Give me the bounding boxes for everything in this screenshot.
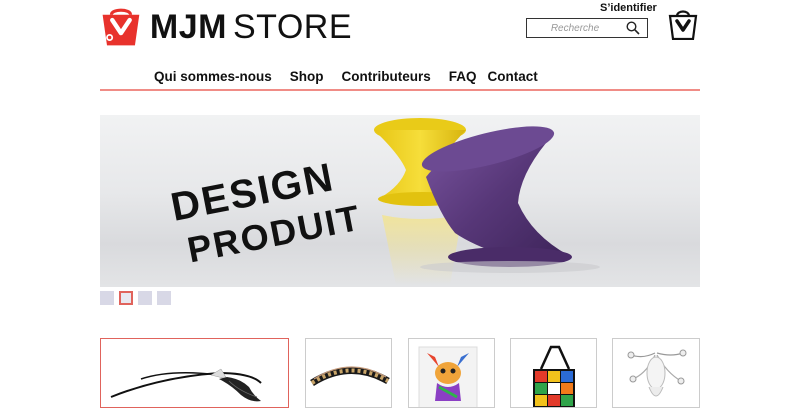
brand-name-light: STORE	[232, 7, 352, 46]
headband-feather-image	[110, 368, 262, 402]
beaded-headband-image	[310, 366, 390, 386]
nav-divider	[100, 89, 700, 91]
search-input[interactable]	[527, 20, 623, 36]
carousel-dot[interactable]	[157, 291, 171, 305]
carousel-indicators	[100, 291, 176, 305]
nav-item-contact[interactable]: Contact	[488, 69, 538, 84]
hero-image: DESIGN PRODUIT	[167, 118, 600, 285]
signin-link[interactable]: S’identifier	[600, 2, 657, 14]
product-card[interactable]	[100, 338, 289, 408]
brand-name: MJM STORE	[150, 8, 352, 47]
cart-bag-icon[interactable]	[668, 8, 698, 40]
search-button[interactable]	[623, 19, 643, 37]
product-card[interactable]	[510, 338, 597, 408]
nav-item-contributors[interactable]: Contributeurs	[342, 69, 431, 84]
chihuahua-canvas-image	[418, 346, 478, 407]
shopping-bag-logo-icon	[102, 8, 140, 46]
nav-item-about[interactable]: Qui sommes-nous	[154, 69, 272, 84]
search-icon	[626, 21, 640, 35]
brand-name-bold: MJM	[149, 7, 227, 46]
hero-banner[interactable]: DESIGN PRODUIT	[100, 115, 700, 287]
nav-item-shop[interactable]: Shop	[290, 69, 324, 84]
product-card[interactable]	[612, 338, 700, 408]
product-card[interactable]	[305, 338, 392, 408]
main-nav: Qui sommes-nous Shop Contributeurs FAQ C…	[154, 69, 556, 84]
hero-headline: DESIGN PRODUIT	[167, 155, 364, 270]
carousel-dot-active[interactable]	[119, 291, 133, 305]
rubik-bag-image	[533, 345, 575, 407]
octopus-lamp-image	[627, 349, 687, 397]
product-card[interactable]	[408, 338, 495, 408]
nav-item-faq[interactable]: FAQ	[449, 69, 477, 84]
carousel-dot[interactable]	[100, 291, 114, 305]
carousel-dot[interactable]	[138, 291, 152, 305]
product-grid	[100, 338, 700, 408]
store-logo[interactable]: MJM STORE	[100, 4, 352, 50]
search-box	[526, 18, 648, 38]
